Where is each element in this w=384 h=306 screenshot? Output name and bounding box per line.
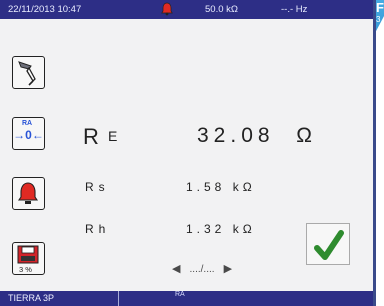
main-value-unit: Ω [296, 124, 317, 147]
main-value: 32.08 Ω [197, 124, 317, 148]
pager-next-icon[interactable]: ▶ [224, 263, 232, 275]
pager-text: ..../.... [189, 264, 215, 275]
pager: ◀ ..../.... ▶ [172, 262, 232, 275]
corner-tab-text: F 3 [376, 0, 384, 24]
save-button[interactable]: 3 % [12, 242, 45, 275]
mode-label: TIERRA 3P [8, 293, 55, 303]
bottom-divider [118, 291, 119, 306]
frequency-reading: --.- Hz [281, 4, 308, 15]
main-label-subscript: E [108, 128, 118, 144]
measurement-screen: 22/11/2013 10:47 50.0 kΩ --.- Hz RA →0← [0, 0, 376, 306]
bottom-tab-label[interactable]: RA [175, 291, 185, 298]
zero-small-label: RA [22, 120, 33, 127]
rs-label: Rs [85, 180, 110, 194]
resistance-reading: 50.0 kΩ [205, 4, 238, 15]
main-value-number: 32.08 [197, 124, 275, 147]
main-label: R [83, 124, 103, 149]
probe-button[interactable] [12, 56, 45, 89]
zero-reference-icon: →0← [13, 128, 44, 142]
alarm-bell-icon [160, 2, 174, 19]
pager-prev-icon[interactable]: ◀ [172, 263, 180, 275]
status-check [306, 223, 350, 265]
zero-reference-button[interactable]: RA →0← [12, 117, 45, 150]
rs-value: 1.58 kΩ [186, 180, 256, 194]
alarm-button[interactable] [12, 177, 45, 210]
save-percent-label: 3 % [19, 265, 32, 274]
datetime: 22/11/2013 10:47 [8, 4, 82, 15]
status-bar: 22/11/2013 10:47 50.0 kΩ --.- Hz [0, 0, 373, 19]
rh-label: Rh [85, 222, 111, 236]
bottom-bar: TIERRA 3P RA [0, 291, 373, 306]
rh-value: 1.32 kΩ [186, 222, 256, 236]
